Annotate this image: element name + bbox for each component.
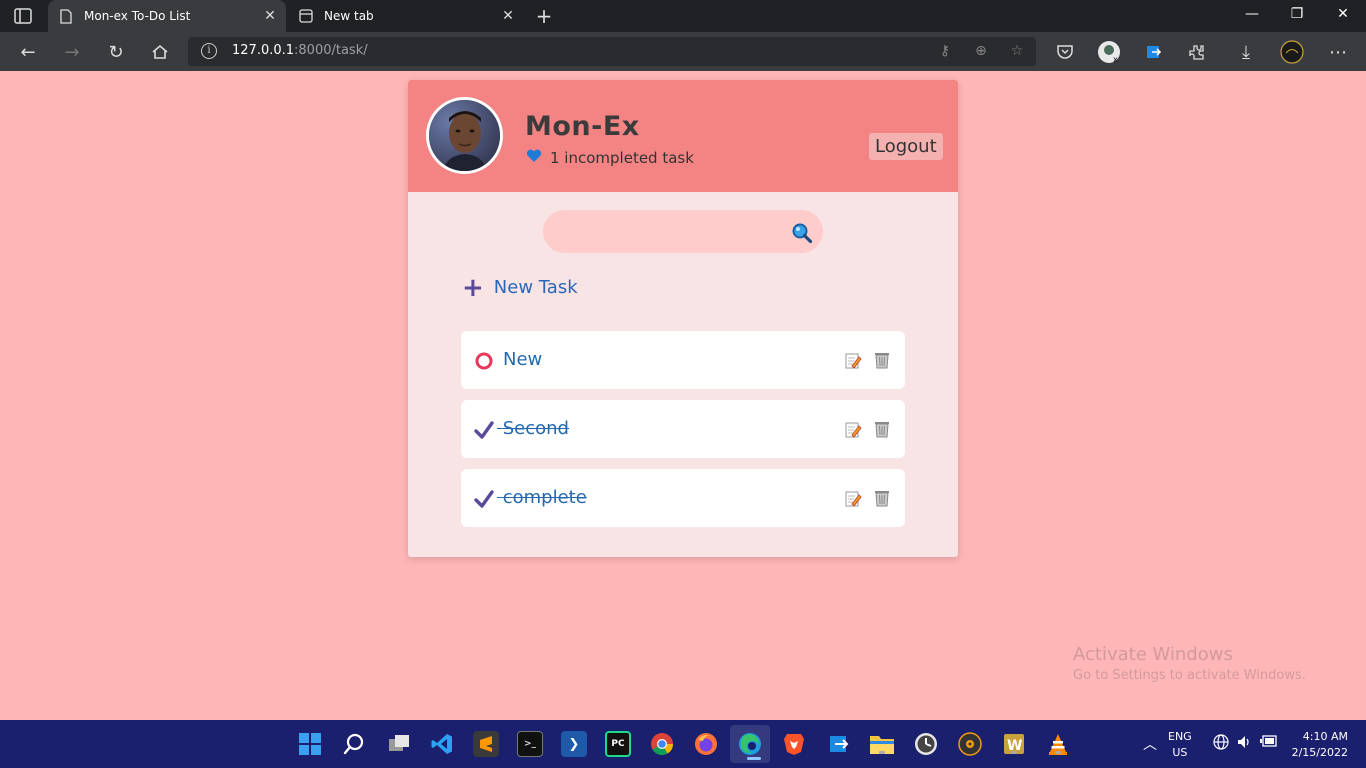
restore-icon[interactable]: ❐ [1287,6,1307,22]
edit-icon[interactable] [844,352,862,370]
tab-todo-list[interactable]: Mon-ex To-Do List ✕ [48,0,286,32]
new-task-link[interactable]: + New Task [462,272,578,303]
page-icon [58,8,74,24]
network-globe-icon[interactable] [1212,734,1230,754]
tab-new-tab[interactable]: New tab ✕ [288,0,524,32]
tab-label: Mon-ex To-Do List [84,9,191,23]
search-bar[interactable] [543,210,823,253]
refresh-icon[interactable]: ↻ [104,40,128,64]
battery-icon[interactable] [1260,734,1278,752]
sublime-text-icon[interactable] [473,731,499,757]
clock-app-icon[interactable] [913,731,939,757]
edit-icon[interactable] [844,421,862,439]
address-bar[interactable]: i 127.0.0.1:8000/task/ ⚷ ⊕ ☆ [188,37,1036,66]
clock-time: 4:10 AM [1302,730,1348,743]
zoom-icon[interactable]: ⊕ [972,43,990,59]
vscode-icon[interactable] [429,731,455,757]
search-input[interactable] [559,220,779,244]
forward-icon[interactable]: → [60,40,84,64]
plus-icon: + [462,272,484,303]
task-item[interactable]: New [461,331,905,389]
user-name: Mon-Ex [525,111,640,142]
firefox-icon[interactable] [693,731,719,757]
browser-tabstrip: Mon-ex To-Do List ✕ New tab ✕ + — ❐ ✕ [0,0,1366,32]
running-indicator [1055,751,1061,754]
minimize-icon[interactable]: — [1242,6,1262,22]
task-title[interactable]: complete [497,487,587,508]
tab-label: New tab [324,9,374,23]
back-icon[interactable]: ← [16,40,40,64]
incomplete-count: 1 incompleted task [526,149,694,167]
clock-date: 2/15/2022 [1291,746,1348,759]
watermark-subtitle: Go to Settings to activate Windows. [1073,668,1306,683]
media-player-icon[interactable] [957,731,983,757]
avatar [426,97,503,174]
word-icon[interactable]: W [1001,731,1027,757]
trash-icon[interactable] [873,489,891,507]
windows-taskbar: >_ ❯ PC W ︿ ENG US 4:10 AM 2/15/2022 [0,720,1366,768]
account-avatar-icon[interactable] [1280,40,1304,64]
card-header: Mon-Ex 1 incompleted task Logout [408,80,958,192]
browser-toolbar: ← → ↻ i 127.0.0.1:8000/task/ ⚷ ⊕ ☆ x ⤓ ⋯ [0,32,1366,71]
heart-icon [526,149,542,167]
watermark-title: Activate Windows [1073,644,1233,665]
chrome-icon[interactable] [649,731,675,757]
incomplete-circle-icon[interactable] [474,351,494,371]
pocket-icon[interactable] [1053,40,1077,64]
trash-icon[interactable] [873,351,891,369]
close-tab-icon[interactable]: ✕ [498,8,518,24]
windows-start-icon[interactable] [297,731,323,757]
search-icon[interactable] [791,222,813,244]
checkmark-icon[interactable] [474,420,494,440]
task-title[interactable]: Second [497,418,569,439]
active-indicator [747,757,761,760]
search-taskbar-icon[interactable] [341,731,367,757]
activate-windows-watermark: Activate Windows Go to Settings to activ… [1073,644,1306,683]
settings-more-icon[interactable]: ⋯ [1326,40,1350,64]
edge-icon[interactable] [730,725,770,763]
brave-icon[interactable] [781,731,807,757]
favorite-star-icon[interactable]: ☆ [1008,43,1026,59]
task-item[interactable]: complete [461,469,905,527]
pycharm-icon[interactable]: PC [605,731,631,757]
url-text: 127.0.0.1:8000/task/ [232,43,368,58]
new-tab-plus-icon[interactable]: + [535,4,553,28]
close-tab-icon[interactable]: ✕ [260,8,280,24]
profile-extension-icon[interactable]: x [1097,40,1121,64]
site-info-icon[interactable]: i [201,43,217,59]
logout-button[interactable]: Logout [869,133,943,160]
svg-text:x: x [1113,55,1118,64]
todo-card: Mon-Ex 1 incompleted task Logout + New T… [408,80,958,557]
close-window-icon[interactable]: ✕ [1333,6,1353,22]
share-extension-icon[interactable] [1142,40,1166,64]
key-icon[interactable]: ⚷ [936,43,954,59]
task-item[interactable]: Second [461,400,905,458]
downloads-icon[interactable]: ⤓ [1234,40,1258,64]
trash-icon[interactable] [873,420,891,438]
incomplete-count-text: 1 incompleted task [550,149,694,167]
vlc-icon[interactable] [1045,731,1071,757]
task-title[interactable]: New [503,349,542,370]
volume-icon[interactable] [1235,734,1253,754]
chevron-up-icon[interactable]: ︿ [1141,734,1159,754]
home-icon[interactable] [148,40,172,64]
language-indicator[interactable]: ENG US [1168,729,1192,761]
share-app-icon[interactable] [826,731,852,757]
powershell-icon[interactable]: ❯ [561,731,587,757]
edit-icon[interactable] [844,490,862,508]
extensions-icon[interactable] [1185,40,1209,64]
running-indicator [1011,751,1017,754]
newtab-grid-icon [298,8,314,24]
tab-actions-icon[interactable] [14,8,32,24]
new-task-label: New Task [493,277,578,298]
task-view-icon[interactable] [386,731,412,757]
running-indicator [879,751,885,754]
file-explorer-icon[interactable] [869,731,895,757]
terminal-icon[interactable]: >_ [517,731,543,757]
checkmark-icon[interactable] [474,489,494,509]
system-clock[interactable]: 4:10 AM 2/15/2022 [1288,729,1348,761]
